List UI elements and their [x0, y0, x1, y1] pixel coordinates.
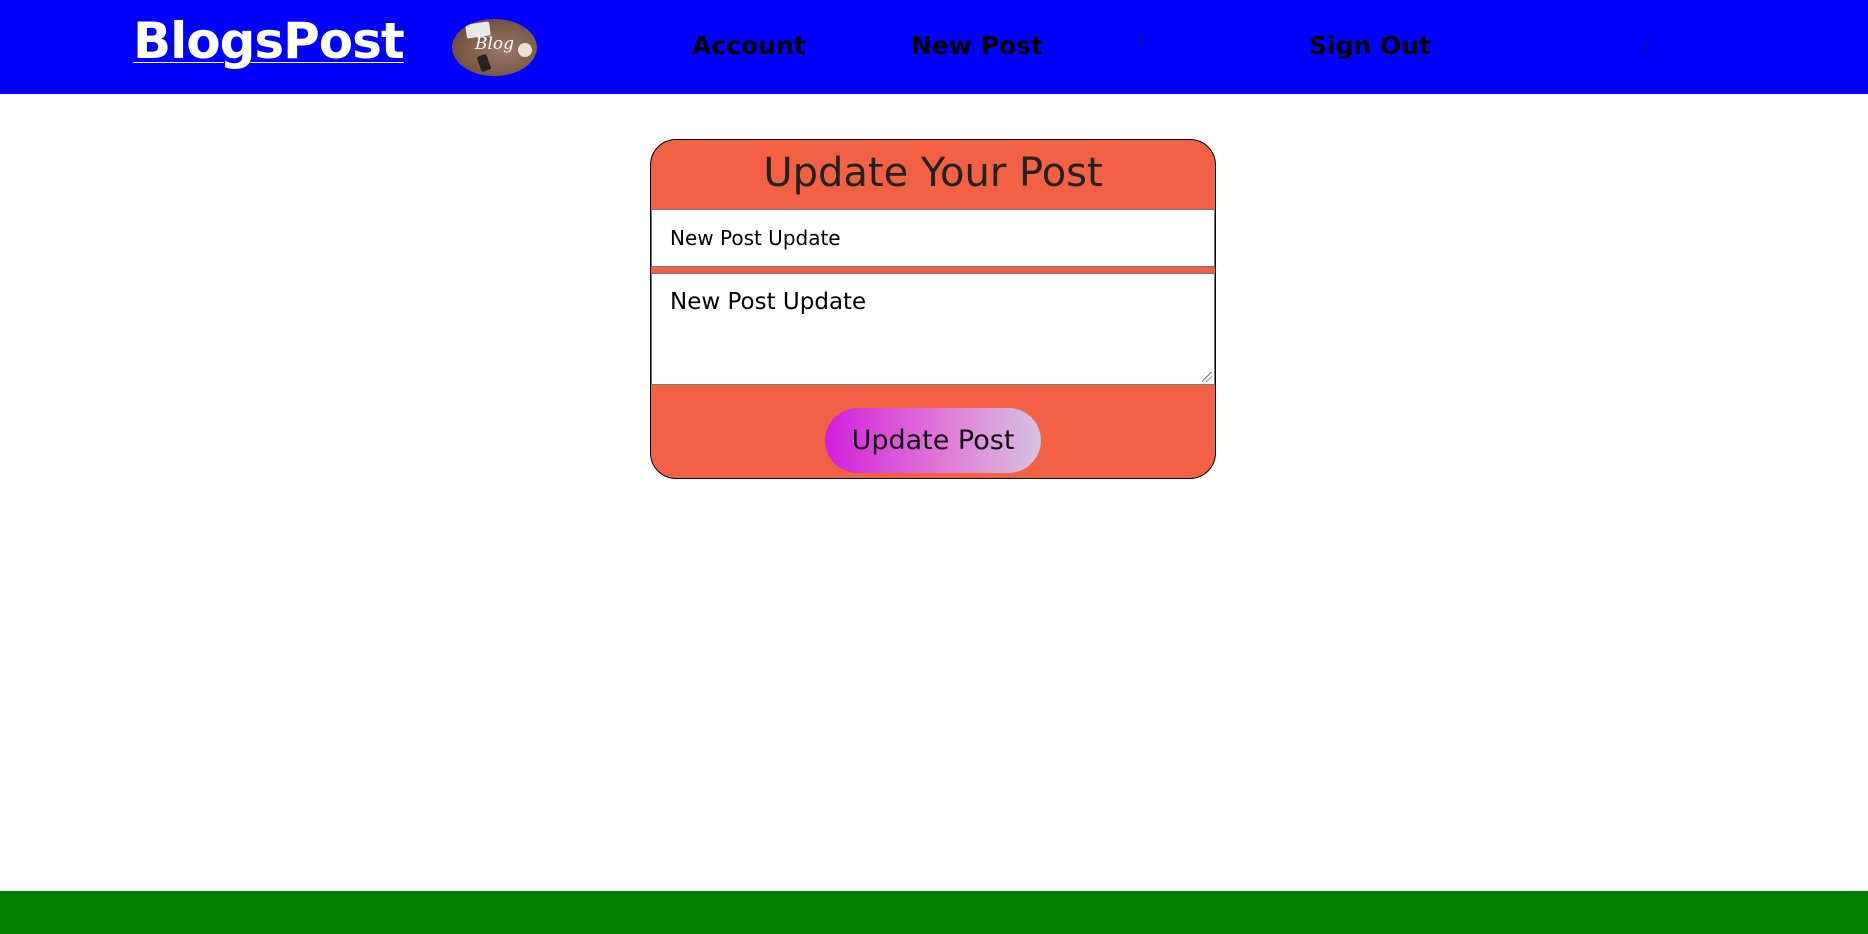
update-post-button[interactable]: Update Post: [825, 408, 1041, 473]
post-body-text: New Post Update: [670, 289, 867, 315]
missing-glyph-icon: ▯: [1643, 39, 1650, 53]
post-body-textarea[interactable]: New Post Update: [651, 273, 1215, 385]
brand-logo-text[interactable]: BlogsPost: [133, 8, 405, 74]
form-title: Update Your Post: [763, 150, 1103, 196]
missing-glyph-icon: ▯: [1137, 33, 1144, 47]
top-navbar: BlogsPost Blog Account New Post ▯ Sign O…: [0, 0, 1868, 94]
post-title-input[interactable]: New Post Update: [651, 209, 1215, 267]
phone-icon: [476, 53, 492, 73]
nav-link-new-post[interactable]: New Post: [911, 28, 1043, 64]
footer-bar: [0, 891, 1868, 934]
blog-logo-image: Blog: [452, 19, 537, 76]
nav-link-sign-out[interactable]: Sign Out: [1309, 28, 1431, 64]
logo-label: Blog: [474, 34, 515, 54]
nav-link-account[interactable]: Account: [692, 28, 806, 64]
resize-handle-icon[interactable]: [1202, 372, 1212, 382]
update-post-form: Update Your Post New Post Update New Pos…: [650, 139, 1216, 479]
